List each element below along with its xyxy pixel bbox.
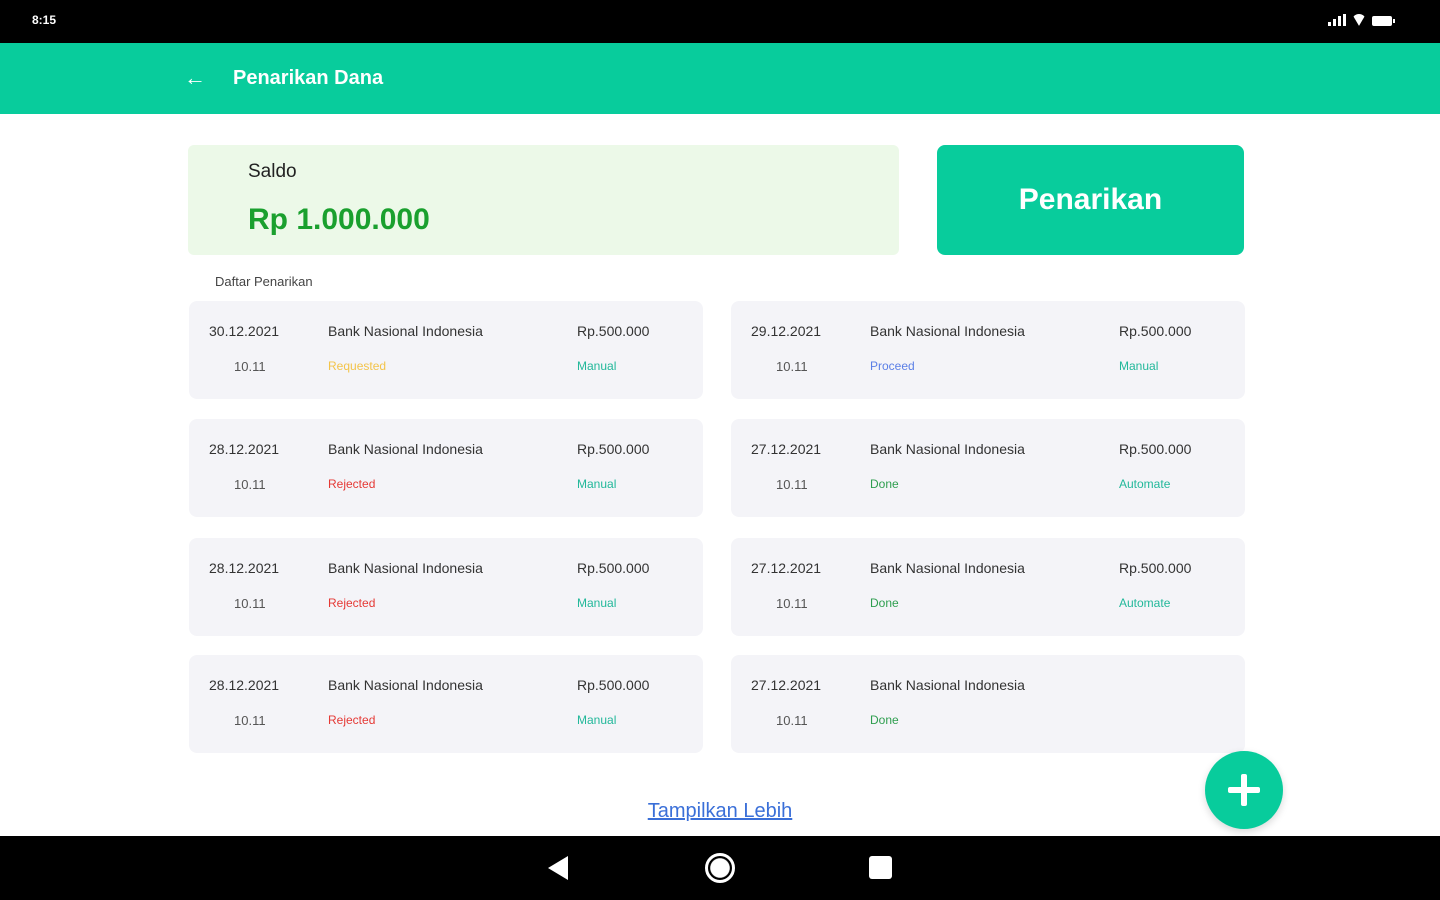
back-arrow-icon[interactable]: ←	[180, 63, 210, 93]
transaction-time: 10.11	[776, 596, 808, 611]
transaction-date: 29.12.2021	[751, 323, 822, 339]
transaction-type: Manual	[1119, 359, 1159, 373]
transaction-time: 10.11	[234, 477, 266, 492]
transaction-amount: Rp.500.000	[1119, 441, 1192, 457]
transaction-time: 10.11	[776, 359, 808, 374]
status-bar: 8:15	[0, 0, 1440, 43]
nav-recents-icon[interactable]	[869, 856, 892, 879]
nav-back-icon[interactable]	[548, 856, 568, 880]
transaction-time: 10.11	[234, 359, 266, 374]
transaction-card[interactable]: 29.12.2021 10.11 Bank Nasional Indonesia Pr…	[731, 301, 1245, 399]
transaction-status: Proceed	[870, 359, 915, 373]
transaction-date: 27.12.2021	[751, 677, 822, 693]
transaction-time: 10.11	[234, 713, 266, 728]
wifi-icon	[1352, 14, 1366, 26]
transaction-amount: Rp.500.000	[577, 677, 650, 693]
add-button[interactable]	[1205, 751, 1283, 829]
signal-icon	[1328, 14, 1346, 26]
transaction-status: Requested	[328, 359, 387, 373]
transaction-type: Manual	[577, 713, 617, 727]
transaction-amount: Rp.500.000	[577, 560, 650, 576]
transaction-status: Rejected	[328, 477, 376, 491]
transaction-card[interactable]: 27.12.2021 10.11 Bank Nasional Indonesia Do…	[731, 419, 1245, 517]
transaction-time: 10.11	[234, 596, 266, 611]
battery-icon	[1372, 16, 1395, 26]
transaction-amount: Rp.500.000	[577, 441, 650, 457]
transaction-bank: Bank Nasional Indonesia	[870, 560, 1025, 576]
transaction-date: 30.12.2021	[209, 323, 280, 339]
transaction-date: 27.12.2021	[751, 441, 822, 457]
transaction-bank: Bank Nasional Indonesia	[870, 677, 1025, 693]
transaction-card[interactable]: 27.12.2021 10.11 Bank Nasional Indonesia Do…	[731, 655, 1245, 753]
transaction-bank: Bank Nasional Indonesia	[870, 441, 1025, 457]
transaction-date: 28.12.2021	[209, 677, 280, 693]
transaction-card[interactable]: 28.12.2021 10.11 Bank Nasional Indonesia Re…	[189, 655, 703, 753]
transaction-status: Rejected	[328, 713, 376, 727]
transaction-status: Done	[870, 596, 899, 610]
navigation-bar	[0, 836, 1440, 900]
transaction-date: 27.12.2021	[751, 560, 822, 576]
saldo-label: Saldo	[248, 161, 297, 182]
transaction-type: Manual	[577, 477, 617, 491]
transaction-card[interactable]: 30.12.2021 10.11 Bank Nasional Indonesia Re…	[189, 301, 703, 399]
status-time: 8:15	[32, 13, 57, 27]
transaction-bank: Bank Nasional Indonesia	[328, 323, 483, 339]
list-title: Daftar Penarikan	[215, 274, 313, 289]
nav-home-icon[interactable]	[705, 853, 735, 883]
transaction-amount: Rp.500.000	[1119, 323, 1192, 339]
withdraw-button[interactable]: Penarikan	[937, 145, 1244, 255]
show-more-link[interactable]: Tampilkan Lebih	[640, 800, 800, 823]
plus-icon	[1228, 774, 1260, 806]
status-icons	[1328, 14, 1395, 26]
transaction-amount: Rp.500.000	[1119, 560, 1192, 576]
transaction-card[interactable]: 27.12.2021 10.11 Bank Nasional Indonesia Do…	[731, 538, 1245, 636]
transaction-date: 28.12.2021	[209, 560, 280, 576]
transaction-bank: Bank Nasional Indonesia	[328, 677, 483, 693]
page-title: Penarikan Dana	[233, 67, 384, 89]
transaction-status: Done	[870, 477, 899, 491]
transaction-bank: Bank Nasional Indonesia	[870, 323, 1025, 339]
transaction-card[interactable]: 28.12.2021 10.11 Bank Nasional Indonesia Re…	[189, 538, 703, 636]
transaction-time: 10.11	[776, 477, 808, 492]
transaction-bank: Bank Nasional Indonesia	[328, 441, 483, 457]
transaction-amount: Rp.500.000	[577, 323, 650, 339]
transaction-type: Automate	[1119, 477, 1171, 491]
transaction-time: 10.11	[776, 713, 808, 728]
transaction-status: Rejected	[328, 596, 376, 610]
saldo-value: Rp 1.000.000	[248, 203, 430, 236]
transaction-date: 28.12.2021	[209, 441, 280, 457]
transaction-type: Manual	[577, 359, 617, 373]
saldo-card: Saldo Rp 1.000.000	[188, 145, 899, 255]
transaction-card[interactable]: 28.12.2021 10.11 Bank Nasional Indonesia Re…	[189, 419, 703, 517]
transaction-type: Manual	[577, 596, 617, 610]
transaction-status: Done	[870, 713, 899, 727]
transaction-type: Automate	[1119, 596, 1171, 610]
transaction-bank: Bank Nasional Indonesia	[328, 560, 483, 576]
app-bar: ← Penarikan Dana	[0, 43, 1440, 114]
